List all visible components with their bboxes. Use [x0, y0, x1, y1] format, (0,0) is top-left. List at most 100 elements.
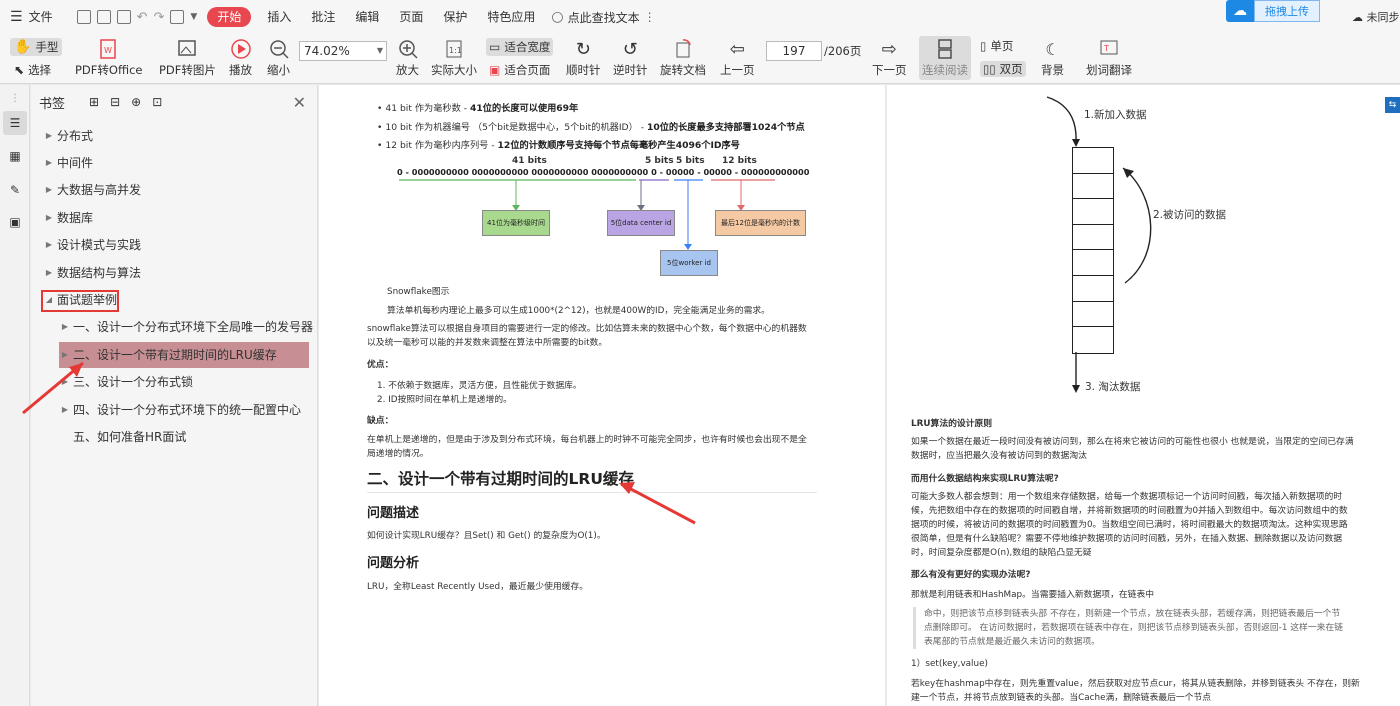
chevron-right-icon: ▶	[45, 158, 53, 167]
expand-all-icon[interactable]: ⊞	[89, 95, 99, 109]
bookmark-item[interactable]: ▶ 数据结构与算法	[43, 260, 141, 286]
annotation-panel-icon[interactable]: ✎	[6, 181, 24, 199]
cons-heading: 缺点：	[367, 416, 394, 426]
add-bookmark-icon[interactable]: ⊕	[131, 95, 141, 109]
rotate-ccw-icon: ↺	[622, 38, 638, 60]
annotation-arrow	[619, 482, 696, 525]
bookmark-item[interactable]: ▶ 分布式	[43, 123, 93, 149]
tab-edit[interactable]: 编辑	[345, 0, 389, 34]
zoom-out-icon	[268, 38, 290, 60]
tab-start[interactable]: 开始	[207, 7, 252, 27]
chevron-right-icon: ▶	[45, 131, 53, 140]
label-accessed-data: 2.被访问的数据	[1153, 209, 1227, 221]
pdf-to-image-button[interactable]: PDF转图片	[159, 38, 216, 78]
zoom-combo[interactable]: 74.02% ▼	[299, 41, 387, 61]
box-timestamp: 41位为毫秒级时间	[482, 210, 550, 236]
print-icon[interactable]	[116, 10, 131, 24]
fit-width-button[interactable]: ▭ 适合宽度	[486, 38, 554, 56]
continuous-read-button[interactable]: 连续阅读	[919, 36, 971, 80]
attachment-panel-icon[interactable]: ▣	[6, 213, 24, 231]
bookmark-child[interactable]: 五、如何准备HR面试	[59, 424, 186, 450]
zoom-in-icon	[397, 38, 419, 60]
file-menu[interactable]: ☰ 文件	[0, 0, 63, 34]
cloud-upload[interactable]: ☁ 拖拽上传	[1226, 0, 1320, 22]
dropdown-icon[interactable]: ▼	[190, 12, 197, 22]
actual-size-button[interactable]: 1:1 实际大小	[431, 38, 477, 78]
bookmark-panel-icon[interactable]: ☰	[3, 111, 27, 135]
search-box[interactable]: ○ 点此查找文本 ⋮	[551, 9, 655, 26]
document-canvas[interactable]: • 41 bit 作为毫秒数 - 41位的长度可以使用69年 • 10 bit …	[319, 85, 1400, 706]
play-button[interactable]: 播放	[229, 38, 252, 78]
problem-text: 如何设计实现LRU缓存？且Set() 和 Get() 的复杂度为O(1)。	[367, 531, 606, 541]
subheading-analysis: 问题分析	[367, 556, 420, 571]
bookmark-child[interactable]: ▶ 四、设计一个分布式环境下的统一配置中心	[59, 397, 301, 423]
tab-features[interactable]: 特色应用	[477, 0, 545, 34]
folder-icon[interactable]	[76, 10, 91, 24]
section-heading-lru: 二、设计一个带有过期时间的LRU缓存	[367, 470, 634, 488]
fit-page-button[interactable]: ▣ 适合页面	[489, 62, 550, 78]
rotate-cw-button[interactable]: ↻ 顺时针	[566, 38, 601, 78]
bookmark-item[interactable]: ▶ 中间件	[43, 150, 93, 176]
zoom-out-button[interactable]: 缩小	[267, 38, 290, 78]
analysis-text: LRU，全称Least Recently Used，最近最少使用缓存。	[367, 582, 589, 592]
side-tool-icon[interactable]: ⇆	[1385, 97, 1400, 113]
play-icon	[230, 38, 252, 60]
redo-icon[interactable]: ↷	[153, 10, 164, 25]
sync-status[interactable]: ☁ 未同步	[1352, 9, 1400, 25]
select-tool[interactable]: ⬉ 选择	[14, 62, 51, 78]
bookmark-item[interactable]: ▶ 数据库	[43, 205, 93, 231]
single-page-button[interactable]: ▯ 单页	[980, 38, 1013, 54]
search-icon: ○	[551, 9, 564, 25]
bookmark-options-icon[interactable]: ⊡	[152, 95, 162, 109]
tab-insert[interactable]: 插入	[257, 0, 301, 34]
figure-caption: Snowflake图示	[387, 287, 450, 297]
sync-icon: ☁	[1352, 11, 1363, 24]
translate-icon: T	[1098, 38, 1120, 60]
hand-tool[interactable]: ✋ 手型	[10, 38, 63, 56]
more-icon[interactable]: ⋮	[644, 10, 656, 24]
save-icon[interactable]	[96, 10, 111, 24]
rotate-ccw-button[interactable]: ↺ 逆时针	[613, 38, 648, 78]
arrow-left-icon: ⇦	[729, 38, 745, 60]
bookmark-child[interactable]: ▶ 一、设计一个分布式环境下全局唯一的发号器	[59, 314, 313, 340]
cloud-icon: ☁	[1226, 0, 1254, 22]
bookmark-child-selected[interactable]: ▶ 二、设计一个带有过期时间的LRU缓存	[59, 342, 309, 368]
svg-text:W: W	[104, 46, 112, 55]
left-page: • 41 bit 作为毫秒数 - 41位的长度可以使用69年 • 10 bit …	[319, 85, 885, 706]
zoom-in-button[interactable]: 放大	[396, 38, 419, 78]
page-number-input[interactable]: 197	[766, 41, 822, 61]
bookmark-header: 书签 ⊞ ⊟ ⊕ ⊡ ✕	[31, 85, 318, 119]
undo-icon[interactable]: ↶	[137, 10, 148, 25]
heading-divider	[367, 492, 817, 493]
chevron-right-icon: ▶	[45, 213, 53, 222]
pdf-to-office-button[interactable]: W PDF转Office	[75, 38, 142, 78]
tab-annotate[interactable]: 批注	[301, 0, 345, 34]
page-total: /206页	[824, 44, 862, 58]
next-page-button[interactable]: ⇨ 下一页	[872, 38, 907, 78]
bookmark-item[interactable]: ▶ 大数据与高并发	[43, 177, 141, 203]
translate-button[interactable]: T 划词翻译	[1086, 38, 1132, 78]
rotate-doc-button[interactable]: 旋转文档	[660, 38, 706, 78]
label-evicted-data: 3. 淘汰数据	[1085, 381, 1141, 393]
linkedlist-text: 那就是利用链表和HashMap。当需要插入新数据项，在链表中	[911, 590, 1155, 600]
thumbnail-panel-icon[interactable]: ▦	[6, 147, 24, 165]
collapse-icon[interactable]: ⋮	[6, 89, 24, 107]
para-capacity: 算法单机每秒内理论上最多可以生成1000*(2^12)，也就是400W的ID，完…	[387, 306, 770, 316]
background-button[interactable]: ☾ 背景	[1041, 38, 1064, 78]
collapse-all-icon[interactable]: ⊟	[110, 95, 120, 109]
quick-access: ↶ ↷ ▼	[73, 10, 202, 25]
close-icon[interactable]: ✕	[293, 93, 306, 112]
bookmark-item[interactable]: ▶ 设计模式与实践	[43, 232, 141, 258]
bookmark-panel: 书签 ⊞ ⊟ ⊕ ⊡ ✕ ▶ 分布式 ▶ 中间件 ▶ 大数据与高并发 ▶ 数据库 ▶ 设计…	[22, 85, 318, 706]
tab-protect[interactable]: 保护	[433, 0, 477, 34]
menu-bar: ☰ 文件 ↶ ↷ ▼ 开始 插入 批注 编辑 页面 保护 特色应用 ○ 点此查找…	[0, 0, 1400, 34]
para-cons: 在单机上是递增的，但是由于涉及到分布式环境，每台机器上的时钟不可能完全同步，也许…	[367, 435, 807, 459]
box-worker: 5位worker id	[660, 250, 718, 276]
tab-page[interactable]: 页面	[389, 0, 433, 34]
set-method-text: 若key在hashmap中存在，则先重置value，然后获取对应节点cur，将其…	[911, 679, 1360, 703]
fit-page-icon: ▣	[489, 63, 501, 77]
prev-page-button[interactable]: ⇦ 上一页	[720, 38, 755, 78]
share-icon[interactable]	[170, 10, 185, 24]
blockquote: 命中，则把该节点移到链表头部 不存在，则新建一个节点，放在链表头部，若缓存满，则…	[913, 607, 1343, 649]
double-page-button[interactable]: ▯▯ 双页	[980, 61, 1026, 77]
